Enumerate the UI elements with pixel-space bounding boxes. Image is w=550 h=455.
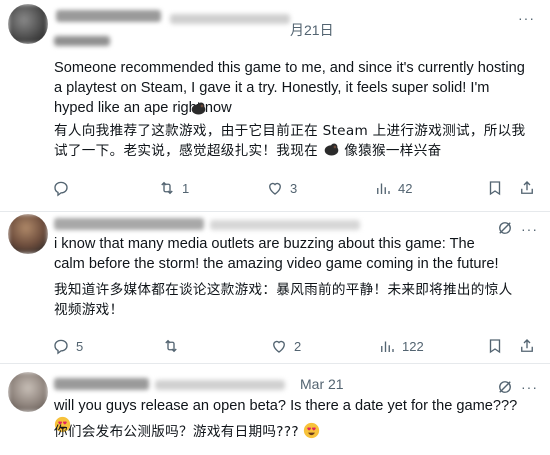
reply-count: 5 [76,338,84,354]
handle-redacted[interactable] [155,380,285,390]
action-bar: 1 3 42 [52,178,533,198]
gorilla-emoji [190,100,207,117]
tweet-text-en: Someone recommended this game to me, and… [54,60,525,116]
tweet-text-cn: 我知道许多媒体都在谈论这款游戏：暴风雨前的平静！未来即将推出的惊人视频游戏！ [54,282,513,318]
views-icon [381,341,394,352]
like-icon [273,340,285,353]
tweet-3[interactable]: Mar 21 ··· will you guys release an open… [0,364,550,455]
repost-count: 1 [182,180,190,196]
views-count: 122 [402,338,424,354]
grok-icon[interactable] [496,378,514,396]
secondary-line-redacted [54,36,110,46]
tweet-text-cn: 有人向我推荐了这款游戏，由于它目前正在 Steam 上进行游戏测试，所以我试了一… [54,123,526,159]
share-button[interactable] [518,336,536,356]
like-button[interactable]: 3 [266,178,297,198]
repost-button[interactable]: 1 [158,178,189,198]
views-button[interactable]: 42 [374,178,412,198]
more-icon[interactable]: ··· [521,222,538,236]
avatar[interactable] [8,4,48,44]
display-name-redacted[interactable] [56,10,161,22]
views-button[interactable]: 122 [378,336,424,356]
views-count: 42 [398,180,413,196]
display-name-redacted[interactable] [54,218,204,230]
views-icon [377,183,390,194]
tweet-2[interactable]: ··· i know that many media outlets are b… [0,212,550,363]
bookmark-icon [489,339,501,354]
bookmark-icon [489,181,501,196]
gorilla-emoji [323,141,340,158]
avatar[interactable] [8,214,48,254]
post-date[interactable]: 月21日 [290,20,334,40]
heart-eyes-emoji [303,422,320,439]
repost-button[interactable] [162,336,186,356]
bookmark-button[interactable] [486,336,504,356]
tweet-1[interactable]: 月21日 ··· Someone recommended this game t… [0,0,550,211]
more-icon[interactable]: ··· [521,380,538,394]
like-button[interactable]: 2 [270,336,301,356]
share-button[interactable] [518,178,536,198]
handle-redacted[interactable] [210,220,360,230]
more-icon[interactable]: ··· [518,11,535,25]
display-name-redacted[interactable] [54,378,149,390]
repost-icon [161,181,173,195]
reply-button[interactable] [52,178,76,198]
repost-icon [165,339,177,353]
post-date[interactable]: Mar 21 [300,376,344,392]
share-icon [521,339,533,352]
like-icon [269,182,281,195]
reply-icon [54,181,68,197]
bookmark-button[interactable] [486,178,504,198]
tweet-text-en: i know that many media outlets are buzzi… [54,236,499,272]
like-count: 2 [294,338,302,354]
reply-button[interactable]: 5 [52,336,83,356]
like-count: 3 [290,180,298,196]
avatar[interactable] [8,372,48,412]
tweet-text-cn: 你们会发布公测版吗？游戏有日期吗??? [54,422,534,442]
action-bar: 5 2 122 [52,336,533,356]
reply-icon [54,339,68,355]
handle-redacted[interactable] [170,14,290,24]
share-icon [521,181,533,194]
